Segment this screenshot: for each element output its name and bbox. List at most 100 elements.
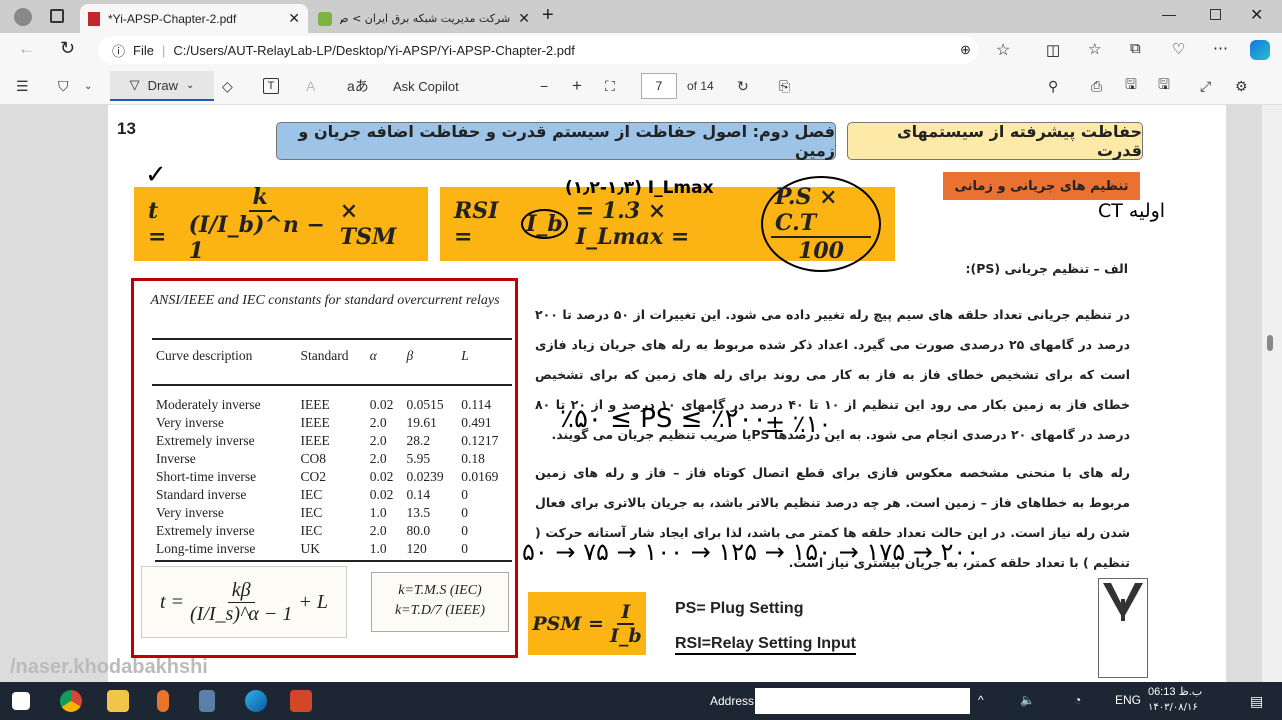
close-tab-icon[interactable]: ✕ — [288, 10, 300, 27]
tray-expand-icon[interactable]: ^ — [978, 693, 984, 707]
calculator-icon[interactable] — [199, 690, 215, 712]
clock-date[interactable]: ۱۴۰۳/۰۸/۱۶ — [1148, 702, 1198, 713]
k-def-iec: k=T.M.S (IEC) — [398, 583, 482, 598]
header-l: L — [461, 348, 469, 363]
notifications-icon[interactable]: ▤ — [1250, 693, 1263, 710]
translate-icon[interactable]: aあ — [347, 75, 369, 97]
clock-time[interactable]: 06:13 ب.ظ — [1148, 685, 1202, 698]
table-cell: Very inverse — [156, 415, 224, 430]
scheme-label: File — [133, 42, 154, 58]
eraser-icon[interactable]: ◇ — [222, 75, 233, 97]
address-toolbar-label: Address — [710, 694, 755, 708]
formula-rsi: RSI = I_b = 1.3 × I_Lmax = P.S × C.T 100 — [440, 176, 895, 272]
refresh-button[interactable]: ↻ — [60, 38, 75, 59]
formula-denominator: 100 — [798, 238, 844, 264]
print-icon[interactable]: ⎙ — [1091, 75, 1102, 97]
table-cell: Extremely inverse — [156, 433, 255, 448]
favorite-star-icon[interactable]: ☆ — [996, 40, 1010, 60]
scrollbar[interactable] — [1262, 105, 1282, 682]
split-screen-icon[interactable]: ◫ — [1046, 41, 1060, 59]
highlight-icon[interactable]: ⛉ — [58, 75, 69, 97]
close-tab-icon[interactable]: ✕ — [518, 10, 530, 27]
table-cell: 2.0 — [369, 523, 387, 538]
new-tab-button[interactable]: + — [542, 4, 554, 27]
settings-gear-icon[interactable]: ⚙ — [1235, 75, 1248, 97]
copilot-icon[interactable] — [1250, 40, 1270, 60]
save-as-icon[interactable]: 🖫 — [1158, 75, 1170, 97]
formula-ib: I_b — [521, 209, 568, 239]
table-cell: IEEE — [300, 397, 330, 412]
contents-icon[interactable]: ☰ — [16, 75, 29, 97]
fullscreen-icon[interactable]: ⤢ — [1200, 75, 1211, 97]
page-number: 13 — [117, 119, 136, 138]
chapter-header: فصل دوم: اصول حفاظت از سیستم قدرت و حفاظ… — [276, 122, 836, 160]
file-explorer-icon[interactable] — [107, 690, 129, 712]
table-cell: 13.5 — [406, 505, 431, 520]
table-cell: 0.02 — [369, 487, 394, 502]
taskbar-address-input[interactable] — [755, 688, 970, 714]
collections-icon[interactable]: ⧉ — [1130, 40, 1141, 57]
table-cell: 19.61 — [406, 415, 437, 430]
chrome-icon[interactable] — [60, 690, 82, 712]
table-cell: 0.18 — [461, 451, 485, 466]
relay-constants-table: Curve description Standard α β L Moderat… — [152, 338, 512, 572]
fit-page-icon[interactable]: ⛶ — [605, 75, 615, 97]
psm-lhs: PSM = — [532, 612, 604, 635]
url-field[interactable]: ⓘ File | C:/Users/AUT-RelayLab-LP/Deskto… — [98, 36, 1010, 64]
volume-icon[interactable]: 🔈 — [1020, 693, 1035, 707]
highlight-dropdown-icon[interactable]: ⌄ — [84, 75, 92, 97]
ps-definition: PS= Plug Setting — [675, 600, 804, 617]
close-window-button[interactable]: ✕ — [1250, 5, 1263, 25]
zoom-out-button[interactable]: − — [540, 75, 548, 97]
table-row: Extremely inverse IEC 2.0 80.0 0 — [152, 522, 512, 540]
table-cell: 2.0 — [369, 415, 387, 430]
restore-button[interactable] — [1210, 9, 1221, 20]
table-cell: IEEE — [300, 415, 330, 430]
header-standard: Standard — [300, 348, 349, 363]
profile-icon[interactable] — [14, 8, 32, 26]
zoom-icon[interactable]: ⊕ — [960, 42, 971, 58]
table-cell: Moderately inverse — [156, 397, 261, 412]
tab-tavanir[interactable]: شرکت مدیریت شبکه برق ایران > ص ✕ — [310, 4, 538, 33]
psm-numerator: I — [617, 601, 635, 625]
edge-icon[interactable] — [245, 690, 267, 712]
general-equation: t = kβ (I/I_s)^α − 1 + L — [141, 566, 347, 638]
table-cell: 0.491 — [461, 415, 492, 430]
draw-label: Draw — [147, 77, 178, 93]
start-icon[interactable] — [12, 692, 30, 710]
read-aloud-icon[interactable]: A — [306, 75, 315, 97]
table-cell: 120 — [406, 541, 427, 556]
page-view-icon[interactable]: ⎘ — [779, 75, 790, 97]
favorites-icon[interactable]: ☆ — [1088, 40, 1101, 58]
psm-denominator: I_b — [609, 624, 642, 647]
table-cell: 80.0 — [406, 523, 431, 538]
table-cell: IEC — [300, 487, 323, 502]
table-cell: 0 — [461, 505, 468, 520]
save-icon[interactable]: 🖫 — [1125, 75, 1137, 97]
zoom-in-button[interactable]: + — [572, 75, 582, 97]
header-alpha: α — [369, 348, 377, 363]
back-button[interactable]: ← — [18, 39, 35, 59]
refresh-icon[interactable]: ↻ — [950, 693, 960, 707]
rotate-icon[interactable]: ↻ — [737, 75, 749, 97]
formula-lhs: RSI = — [454, 198, 499, 250]
powerpoint-icon[interactable] — [290, 690, 312, 712]
ask-copilot-button[interactable]: Ask Copilot — [393, 75, 459, 97]
wifi-icon[interactable]: ◔ — [1074, 693, 1081, 707]
formula-tail: × TSM — [339, 198, 397, 250]
lang-indicator[interactable]: ENG — [1115, 693, 1141, 707]
tab-actions-icon[interactable] — [50, 9, 64, 23]
url-text: C:/Users/AUT-RelayLab-LP/Desktop/Yi-APSP… — [173, 42, 575, 58]
search-icon[interactable]: ⚲ — [1048, 75, 1058, 97]
address-bar: ← ↻ ⓘ File | C:/Users/AUT-RelayLab-LP/De… — [0, 33, 1282, 67]
tab-pdf[interactable]: *Yi-APSP-Chapter-2.pdf ✕ — [80, 4, 308, 33]
draw-button[interactable]: ▽ Draw ⌄ — [110, 71, 214, 101]
minimize-button[interactable]: — — [1162, 6, 1176, 22]
page-number-input[interactable]: 7 — [641, 73, 677, 99]
recorder-icon[interactable] — [157, 690, 169, 712]
add-text-icon[interactable]: T — [263, 78, 279, 94]
scrollbar-thumb[interactable] — [1267, 335, 1273, 351]
more-menu-icon[interactable]: ⋯ — [1213, 39, 1228, 57]
tab-title: شرکت مدیریت شبکه برق ایران > ص — [340, 12, 511, 25]
browser-essentials-icon[interactable]: ♡ — [1172, 40, 1185, 58]
